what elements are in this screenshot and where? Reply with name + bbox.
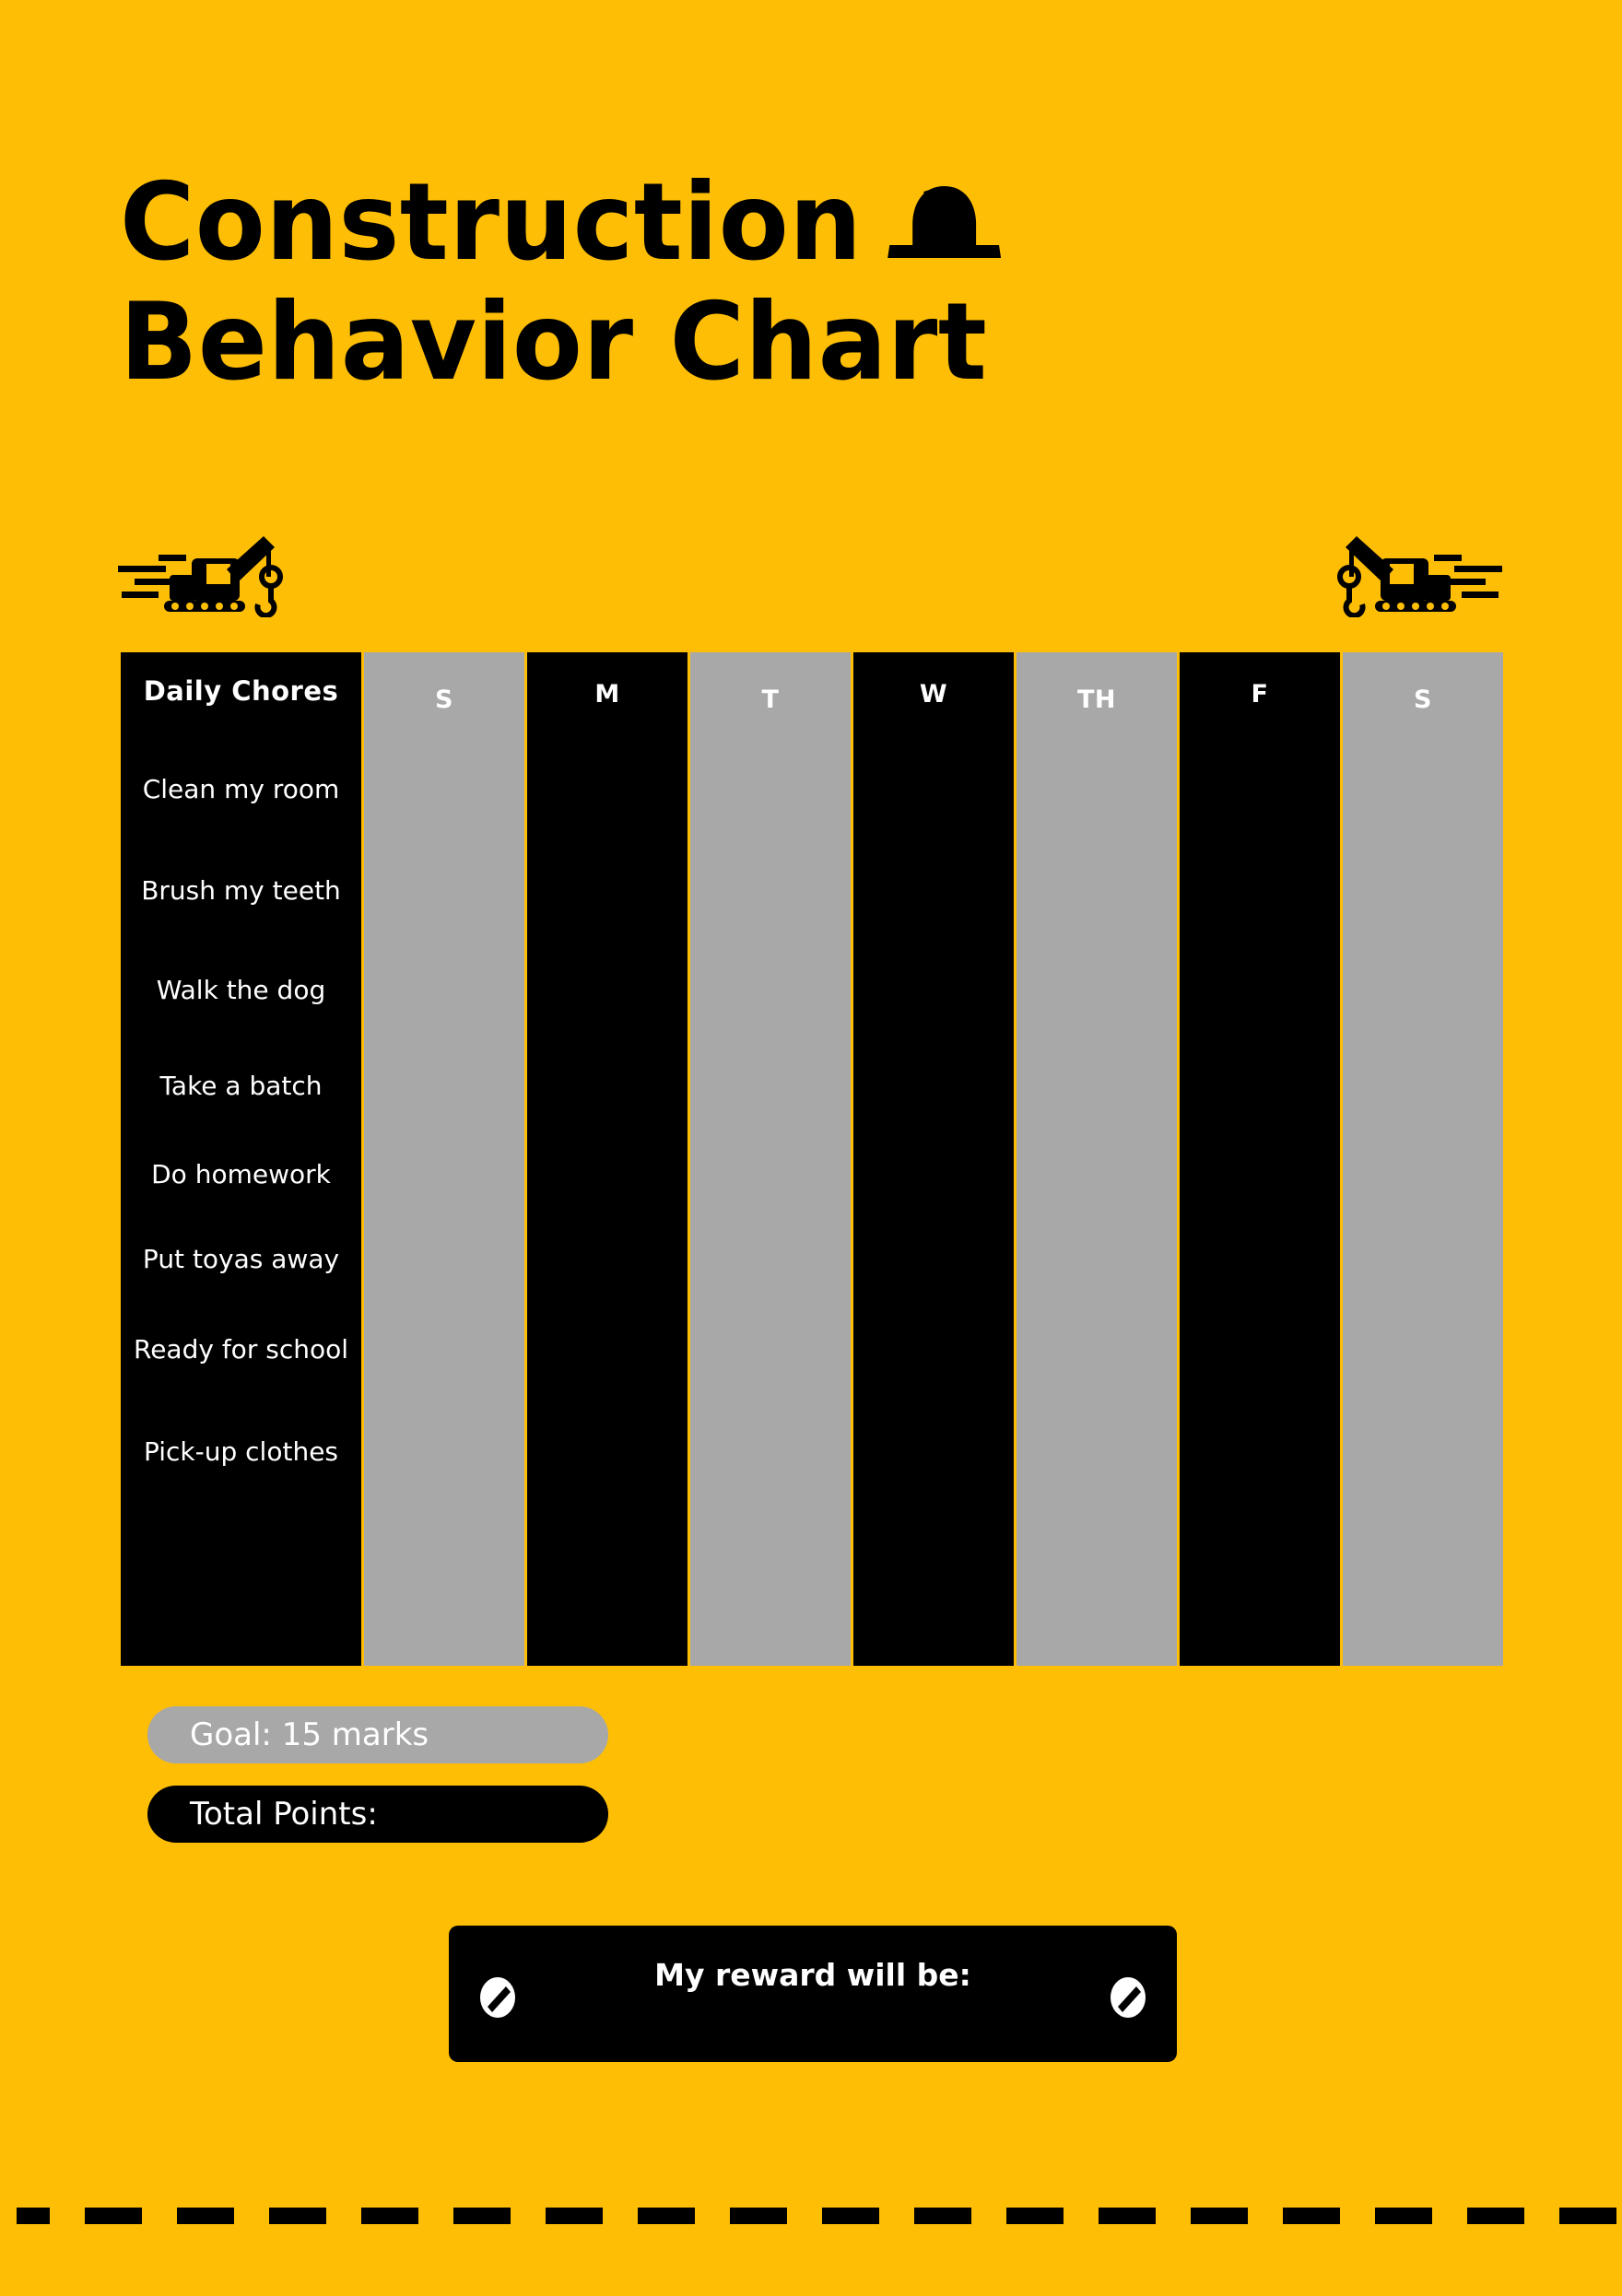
road-dash (1559, 2208, 1616, 2224)
column-header-chores: Daily Chores (143, 675, 339, 707)
road-dash (85, 2208, 142, 2224)
page-title: Construction Behavior Chart (120, 170, 1502, 395)
title-text-secondary: Behavior Chart (120, 279, 988, 404)
road-dash (1283, 2208, 1340, 2224)
goal-label: Goal: 15 marks (190, 1716, 429, 1753)
behavior-chart-table: Daily Chores Clean my room Brush my teet… (121, 652, 1507, 1666)
road-dash (1191, 2208, 1248, 2224)
chore-list: Clean my room Brush my teeth Walk the do… (121, 730, 361, 1666)
chore-row[interactable]: Do homework (121, 1131, 361, 1216)
screw-slash-icon-left (480, 1977, 515, 2018)
road-dash (1006, 2208, 1064, 2224)
total-points-badge[interactable]: Total Points: (147, 1786, 608, 1843)
crane-icon-left (118, 536, 284, 617)
chore-row[interactable]: Take a batch (121, 1039, 361, 1131)
chart-column-thursday[interactable]: TH (1017, 652, 1177, 1666)
column-header-monday: M (594, 680, 620, 709)
road-dash (638, 2208, 695, 2224)
crane-icon-right (1336, 536, 1502, 617)
road-dash (914, 2208, 971, 2224)
total-points-label: Total Points: (190, 1796, 378, 1833)
hard-hat-icon (887, 185, 1002, 258)
column-header-wednesday: W (919, 680, 948, 709)
chore-row[interactable]: Put toyas away (121, 1216, 361, 1301)
screw-slash-icon-right (1111, 1977, 1146, 2018)
road-dash (177, 2208, 234, 2224)
chore-row[interactable]: Brush my teeth (121, 840, 361, 940)
chart-column-chores: Daily Chores Clean my room Brush my teet… (121, 652, 361, 1666)
reward-label: My reward will be: (654, 1957, 971, 1993)
chore-row[interactable]: Ready for school (121, 1301, 361, 1397)
chore-row[interactable]: Clean my room (121, 737, 361, 840)
column-header-friday: F (1251, 680, 1269, 709)
road-dash (17, 2208, 50, 2224)
chart-column-wednesday[interactable]: W (853, 652, 1014, 1666)
title-text-primary: Construction (120, 160, 863, 285)
chart-column-friday[interactable]: F (1180, 652, 1340, 1666)
road-dash (269, 2208, 326, 2224)
column-header-thursday: TH (1076, 685, 1116, 714)
chart-column-saturday[interactable]: S (1343, 652, 1503, 1666)
chart-column-sunday[interactable]: S (364, 652, 524, 1666)
goal-badge: Goal: 15 marks (147, 1706, 608, 1763)
chore-row[interactable]: Walk the dog (121, 940, 361, 1039)
chart-column-monday[interactable]: M (527, 652, 688, 1666)
chore-row[interactable]: Pick-up clothes (121, 1397, 361, 1505)
column-header-tuesday: T (761, 685, 780, 714)
reward-box[interactable]: My reward will be: (449, 1926, 1177, 2062)
road-dash (822, 2208, 879, 2224)
road-dash (1099, 2208, 1156, 2224)
column-header-saturday: S (1414, 685, 1432, 714)
title-line-1: Construction (120, 170, 1585, 275)
road-dash (546, 2208, 603, 2224)
road-dashed-line (0, 2208, 1622, 2224)
road-dash (1467, 2208, 1524, 2224)
road-dash (453, 2208, 511, 2224)
column-header-sunday: S (435, 685, 453, 714)
chart-column-tuesday[interactable]: T (690, 652, 851, 1666)
road-dash (1375, 2208, 1432, 2224)
road-dash (730, 2208, 787, 2224)
road-dash (361, 2208, 418, 2224)
title-line-2: Behavior Chart (120, 279, 1585, 404)
